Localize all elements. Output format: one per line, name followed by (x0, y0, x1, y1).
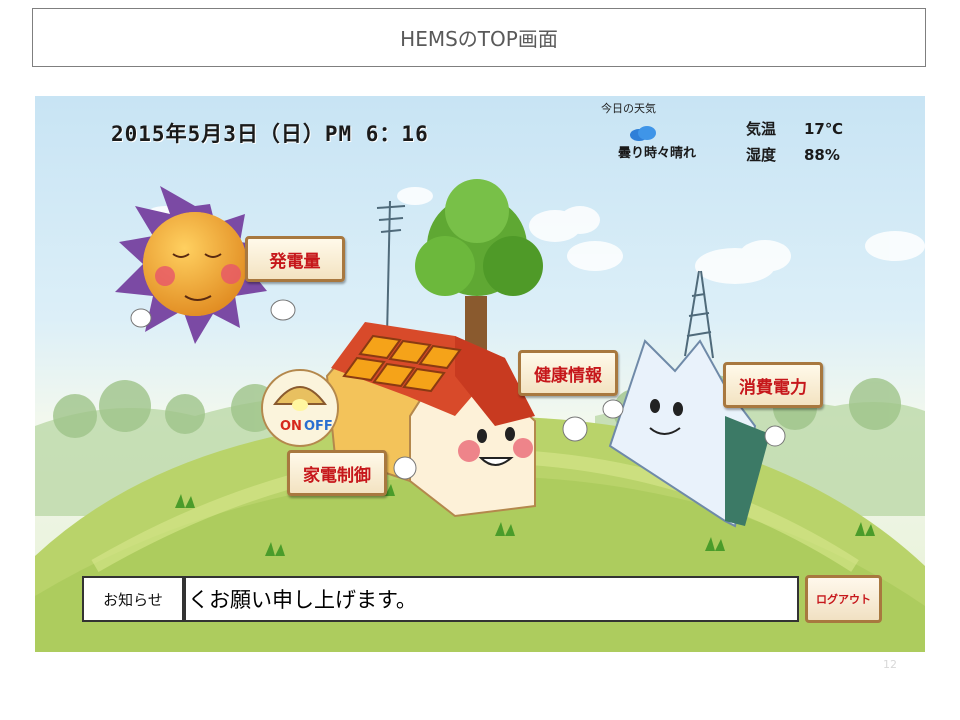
power-consumption-button[interactable]: 消費電力 (723, 362, 823, 408)
humidity-row: 湿度 88% (746, 144, 840, 165)
weather-title: 今日の天気 (601, 102, 656, 115)
temperature-value: 17℃ (804, 120, 844, 138)
weather-condition: 曇り時々晴れ (618, 146, 697, 161)
page-number: 12 (883, 658, 897, 671)
logout-button[interactable]: ログアウト (805, 575, 882, 623)
slide-title: HEMSのTOP画面 (32, 8, 926, 67)
appliance-control-button[interactable]: 家電制御 (287, 450, 387, 496)
notice-label: お知らせ (82, 576, 184, 622)
lamp-on-label: ON (280, 419, 302, 434)
lamp-toggle-label[interactable]: ON OFF (280, 419, 333, 434)
temperature-row: 気温 17℃ (746, 118, 843, 139)
health-info-button[interactable]: 健康情報 (518, 350, 618, 396)
datetime-display: 2015年5月3日（日）PM 6：16 (111, 122, 429, 146)
lamp-off-label: OFF (303, 419, 333, 434)
lamp-icon (261, 369, 339, 447)
hems-screen: 2015年5月3日（日）PM 6：16 今日の天気 曇り時々晴れ 気温 17℃ 湿… (35, 96, 925, 652)
humidity-value: 88% (804, 146, 840, 164)
cloud-icon (630, 126, 656, 141)
notice-ticker: くお願い申し上げます。 (184, 576, 799, 622)
humidity-label: 湿度 (746, 146, 777, 164)
temperature-label: 気温 (746, 120, 777, 138)
generation-button[interactable]: 発電量 (245, 236, 345, 282)
